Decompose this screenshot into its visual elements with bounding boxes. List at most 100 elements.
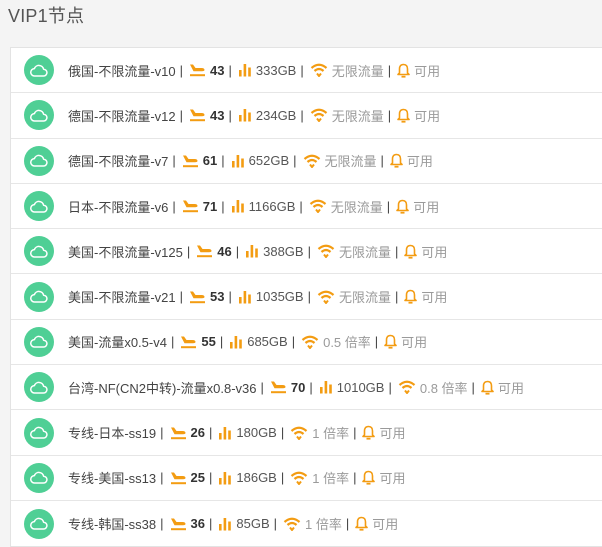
- separator: |: [172, 153, 176, 169]
- separator: |: [160, 470, 164, 486]
- plane-icon: [170, 471, 187, 485]
- bell-icon: [390, 153, 403, 168]
- separator: |: [208, 516, 213, 532]
- cloud-icon: [24, 417, 54, 448]
- separator: |: [260, 379, 264, 395]
- node-status: 可用: [413, 199, 440, 215]
- plane-icon: [182, 154, 199, 168]
- traffic-used: 685GB: [247, 334, 288, 350]
- traffic-used: 388GB: [263, 243, 304, 259]
- separator: |: [179, 289, 184, 305]
- separator: |: [386, 198, 391, 214]
- traffic-used: 652GB: [248, 153, 290, 169]
- online-count: 25: [190, 470, 205, 486]
- node-status: 可用: [406, 154, 433, 170]
- node-status: 可用: [421, 244, 448, 260]
- bar-chart-icon: [319, 380, 333, 394]
- traffic-rate: 1 倍率: [305, 517, 342, 533]
- plane-icon: [180, 335, 197, 349]
- bar-chart-icon: [245, 244, 259, 258]
- bell-icon: [362, 425, 376, 440]
- separator: |: [221, 198, 225, 214]
- separator: |: [388, 379, 392, 395]
- separator: |: [235, 243, 240, 259]
- wifi-icon: [317, 290, 335, 304]
- node-row[interactable]: 美国-不限流量-v125 | 46 | 388GB | 无限流量 | 可用: [11, 229, 602, 275]
- node-status: 可用: [379, 426, 406, 442]
- bar-chart-icon: [218, 426, 232, 440]
- node-row[interactable]: 美国-不限流量-v21 | 53 | 1035GB | 无限流量 | 可用: [11, 274, 602, 320]
- traffic-rate: 无限流量: [324, 154, 377, 170]
- node-row[interactable]: 德国-不限流量-v7 | 61 | 652GB | 无限流量 | 可用: [11, 139, 602, 184]
- separator: |: [172, 198, 176, 214]
- plane-icon: [170, 517, 187, 531]
- online-count: 71: [202, 198, 218, 214]
- traffic-rate: 无限流量: [338, 290, 391, 306]
- traffic-used: 1166GB: [248, 198, 296, 214]
- online-count: 36: [190, 516, 205, 532]
- traffic-rate: 无限流量: [331, 63, 384, 79]
- separator: |: [208, 470, 213, 486]
- separator: |: [387, 62, 392, 78]
- separator: |: [160, 425, 164, 441]
- traffic-used: 85GB: [236, 516, 270, 532]
- node-status: 可用: [379, 471, 406, 487]
- separator: |: [208, 425, 213, 441]
- bell-icon: [397, 108, 410, 123]
- bell-icon: [384, 334, 397, 350]
- bell-icon: [396, 199, 409, 214]
- separator: |: [309, 379, 313, 395]
- node-row[interactable]: 俄国-不限流量-v10 | 43 | 333GB | 无限流量 | 可用: [11, 48, 602, 94]
- bar-chart-icon: [238, 108, 252, 122]
- traffic-used: 333GB: [255, 62, 297, 78]
- traffic-used: 1010GB: [336, 379, 385, 395]
- node-row[interactable]: 台湾-NF(CN2中转)-流量x0.8-v36 | 70 | 1010GB |: [11, 365, 602, 411]
- separator: |: [300, 62, 304, 78]
- node-name: 专线-日本-ss19: [68, 426, 157, 442]
- online-count: 55: [201, 334, 216, 350]
- bell-icon: [481, 380, 494, 395]
- cloud-icon: [24, 372, 54, 403]
- node-row[interactable]: 德国-不限流量-v12 | 43 | 234GB | 无限流量 | 可用: [11, 93, 602, 139]
- online-count: 43: [210, 62, 225, 78]
- online-count: 70: [290, 379, 306, 395]
- separator: |: [387, 107, 392, 123]
- node-row[interactable]: 专线-韩国-ss38 | 36 | 85GB | 1 倍率 | 可用: [11, 501, 602, 546]
- separator: |: [228, 62, 232, 78]
- separator: |: [293, 153, 297, 169]
- bell-icon: [397, 63, 410, 78]
- separator: |: [374, 334, 379, 350]
- separator: |: [273, 516, 278, 532]
- separator: |: [307, 243, 311, 259]
- bell-icon: [404, 244, 418, 259]
- node-row[interactable]: 日本-不限流量-v6 | 71 | 1166GB | 无限流量 | 可用: [11, 184, 602, 230]
- bar-chart-icon: [229, 335, 243, 349]
- separator: |: [160, 516, 164, 532]
- separator: |: [353, 425, 357, 441]
- bell-icon: [355, 516, 369, 531]
- traffic-rate: 无限流量: [338, 244, 391, 260]
- plane-icon: [189, 290, 206, 304]
- traffic-used: 180GB: [236, 425, 277, 441]
- separator: |: [394, 289, 399, 305]
- node-name: 德国-不限流量-v7: [68, 154, 169, 170]
- plane-icon: [196, 244, 213, 258]
- separator: |: [280, 470, 285, 486]
- node-list: 俄国-不限流量-v10 | 43 | 333GB | 无限流量 | 可用 德国-…: [10, 47, 602, 547]
- wifi-icon: [398, 380, 416, 395]
- plane-icon: [270, 380, 287, 394]
- node-status: 可用: [421, 290, 448, 306]
- page-title: VIP1节点: [8, 6, 85, 26]
- plane-icon: [170, 426, 187, 440]
- cloud-icon: [24, 191, 54, 222]
- node-status: 可用: [414, 108, 441, 124]
- traffic-rate: 1 倍率: [312, 471, 350, 487]
- node-row[interactable]: 美国-流量x0.5-v4 | 55 | 685GB | 0.5 倍率 | 可用: [11, 320, 602, 366]
- traffic-used: 234GB: [255, 107, 297, 123]
- traffic-used: 186GB: [236, 470, 277, 486]
- node-row[interactable]: 专线-美国-ss13 | 25 | 186GB | 1 倍率 | 可用: [11, 456, 602, 501]
- node-name: 台湾-NF(CN2中转)-流量x0.8-v36: [68, 380, 257, 396]
- separator: |: [219, 334, 224, 350]
- node-name: 美国-不限流量-v125: [68, 244, 183, 260]
- node-row[interactable]: 专线-日本-ss19 | 26 | 180GB | 1 倍率 | 可用: [11, 410, 602, 456]
